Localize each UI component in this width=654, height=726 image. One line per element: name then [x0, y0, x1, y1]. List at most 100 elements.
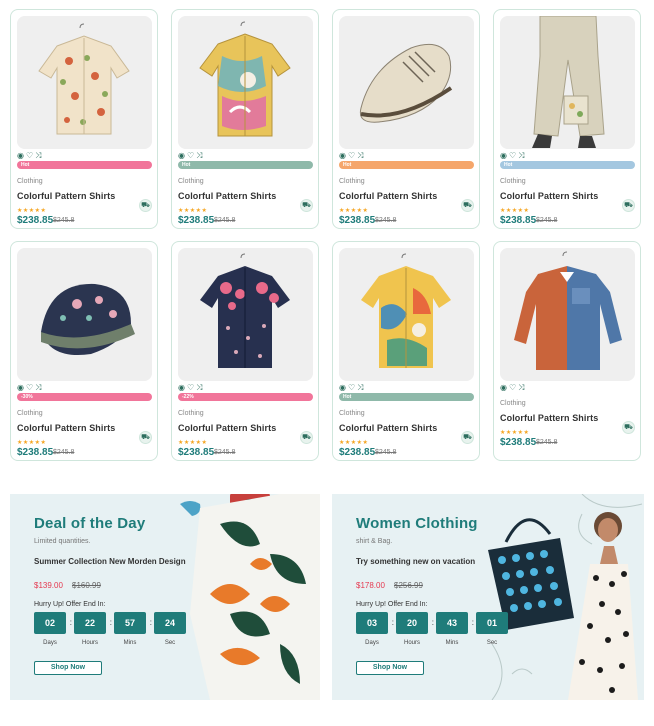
product-card[interactable]: ◉ ♡ ⤨ -30% Clothing Colorful Pattern Shi…	[10, 241, 158, 461]
banner-subtitle: Limited quantities.	[34, 538, 91, 545]
countdown-hours: 20 Hours :	[396, 612, 434, 646]
countdown-separator: :	[69, 618, 72, 627]
shuffle-icon[interactable]: ⤨	[196, 152, 202, 160]
add-to-cart-icon[interactable]: ⛟	[622, 199, 635, 212]
banner-old-price: $256.99	[394, 581, 423, 590]
add-to-cart-icon[interactable]: ⛟	[139, 431, 152, 444]
product-image[interactable]	[500, 16, 635, 149]
countdown-caption: Hurry Up! Offer End In:	[356, 601, 428, 608]
rating-stars: ★★★★★	[500, 430, 530, 436]
product-image[interactable]	[178, 16, 313, 149]
banner-title: Women Clothing	[356, 515, 478, 532]
add-to-cart-icon[interactable]: ⛟	[461, 431, 474, 444]
heart-icon[interactable]: ♡	[187, 152, 194, 160]
countdown-label: Hours	[81, 640, 98, 646]
heart-icon[interactable]: ♡	[509, 384, 516, 392]
countdown-sec: 24 Sec	[154, 612, 186, 646]
add-to-cart-icon[interactable]: ⛟	[622, 421, 635, 434]
product-price: $238.85	[339, 447, 376, 458]
eye-icon[interactable]: ◉	[339, 152, 346, 160]
add-to-cart-icon[interactable]: ⛟	[139, 199, 152, 212]
rating-stars: ★★★★★	[17, 440, 47, 446]
product-old-price: $245.8	[214, 449, 236, 456]
product-price: $238.85	[17, 215, 54, 226]
countdown-hours: 22 Hours :	[74, 612, 112, 646]
product-image[interactable]	[500, 248, 635, 381]
product-card[interactable]: ◉ ♡ ⤨ Hot Clothing Colorful Pattern Shir…	[171, 9, 319, 229]
product-badge: Hot	[17, 161, 152, 169]
eye-icon[interactable]: ◉	[339, 384, 346, 392]
product-title[interactable]: Colorful Pattern Shirts	[17, 423, 115, 433]
product-card[interactable]: ◉ ♡ ⤨ Clothing Colorful Pattern Shirts ★…	[493, 241, 641, 461]
heart-icon[interactable]: ♡	[187, 384, 194, 392]
product-title[interactable]: Colorful Pattern Shirts	[339, 191, 437, 201]
eye-icon[interactable]: ◉	[17, 152, 24, 160]
eye-icon[interactable]: ◉	[17, 384, 24, 392]
rating-stars: ★★★★★	[17, 208, 47, 214]
rating-stars: ★★★★★	[339, 208, 369, 214]
heart-icon[interactable]: ♡	[26, 152, 33, 160]
heart-icon[interactable]: ♡	[26, 384, 33, 392]
eye-icon[interactable]: ◉	[178, 384, 185, 392]
heart-icon[interactable]: ♡	[348, 384, 355, 392]
card-actions: ◉ ♡ ⤨	[339, 384, 364, 392]
rating-stars: ★★★★★	[178, 208, 208, 214]
product-category[interactable]: Clothing	[17, 178, 43, 185]
product-title[interactable]: Colorful Pattern Shirts	[339, 423, 437, 433]
product-card[interactable]: ◉ ♡ ⤨ -22% Clothing Colorful Pattern Shi…	[171, 241, 319, 461]
countdown-label: Mins	[445, 640, 459, 646]
product-title[interactable]: Colorful Pattern Shirts	[178, 191, 276, 201]
product-badge: Hot	[178, 161, 313, 169]
product-category[interactable]: Clothing	[500, 178, 526, 185]
banner-title: Deal of the Day	[34, 515, 146, 532]
countdown-days: 02 Days :	[34, 612, 72, 646]
shop-now-button[interactable]: Shop Now	[356, 661, 424, 675]
product-image[interactable]	[339, 248, 474, 381]
product-badge: Hot	[339, 393, 474, 401]
product-card[interactable]: ◉ ♡ ⤨ Hot Clothing Colorful Pattern Shir…	[10, 9, 158, 229]
add-to-cart-icon[interactable]: ⛟	[461, 199, 474, 212]
product-image[interactable]	[17, 16, 152, 149]
countdown-mins: 43 Mins :	[436, 612, 474, 646]
product-title[interactable]: Colorful Pattern Shirts	[500, 191, 598, 201]
product-price: $238.85	[500, 437, 537, 448]
product-image[interactable]	[17, 248, 152, 381]
countdown-label: Days	[43, 640, 57, 646]
product-category[interactable]: Clothing	[178, 410, 204, 417]
add-to-cart-icon[interactable]: ⛟	[300, 199, 313, 212]
shuffle-icon[interactable]: ⤨	[35, 384, 41, 392]
banner-old-price: $160.99	[72, 581, 101, 590]
shop-now-button[interactable]: Shop Now	[34, 661, 102, 675]
product-image[interactable]	[178, 248, 313, 381]
product-old-price: $245.8	[53, 217, 75, 224]
eye-icon[interactable]: ◉	[178, 152, 185, 160]
product-title[interactable]: Colorful Pattern Shirts	[17, 191, 115, 201]
summer-outfit-image	[160, 494, 320, 700]
shuffle-icon[interactable]: ⤨	[35, 152, 41, 160]
heart-icon[interactable]: ♡	[348, 152, 355, 160]
product-category[interactable]: Clothing	[500, 400, 526, 407]
add-to-cart-icon[interactable]: ⛟	[300, 431, 313, 444]
product-card[interactable]: ◉ ♡ ⤨ Hot Clothing Colorful Pattern Shir…	[332, 9, 480, 229]
countdown-value: 20	[396, 612, 428, 634]
shuffle-icon[interactable]: ⤨	[357, 384, 363, 392]
shuffle-icon[interactable]: ⤨	[196, 384, 202, 392]
product-category[interactable]: Clothing	[17, 410, 43, 417]
product-title[interactable]: Colorful Pattern Shirts	[500, 413, 598, 423]
product-image[interactable]	[339, 16, 474, 149]
product-badge: -30%	[17, 393, 152, 401]
heart-icon[interactable]: ♡	[509, 152, 516, 160]
eye-icon[interactable]: ◉	[500, 384, 507, 392]
product-card[interactable]: ◉ ♡ ⤨ Hot Clothing Colorful Pattern Shir…	[332, 241, 480, 461]
eye-icon[interactable]: ◉	[500, 152, 507, 160]
product-title[interactable]: Colorful Pattern Shirts	[178, 423, 276, 433]
product-card[interactable]: ◉ ♡ ⤨ Hot Clothing Colorful Pattern Shir…	[493, 9, 641, 229]
shuffle-icon[interactable]: ⤨	[518, 152, 524, 160]
product-category[interactable]: Clothing	[339, 410, 365, 417]
product-category[interactable]: Clothing	[178, 178, 204, 185]
shuffle-icon[interactable]: ⤨	[518, 384, 524, 392]
banner-price: $139.00	[34, 581, 63, 590]
product-price: $238.85	[500, 215, 537, 226]
product-category[interactable]: Clothing	[339, 178, 365, 185]
shuffle-icon[interactable]: ⤨	[357, 152, 363, 160]
